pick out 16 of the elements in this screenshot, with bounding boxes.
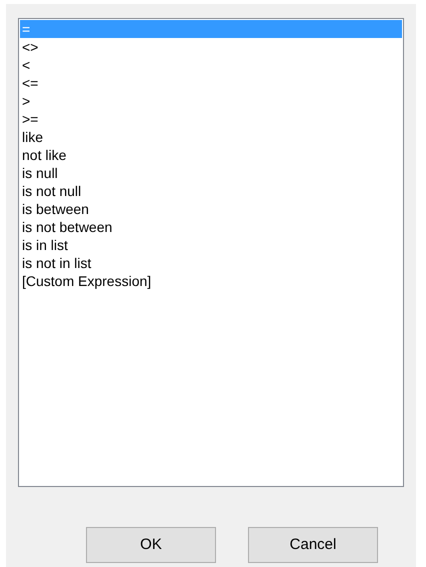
list-item[interactable]: >= <box>20 110 402 128</box>
list-item[interactable]: is not between <box>20 218 402 236</box>
list-item[interactable]: is in list <box>20 236 402 254</box>
list-item[interactable]: is null <box>20 164 402 182</box>
list-item[interactable]: <= <box>20 74 402 92</box>
list-item[interactable]: is not null <box>20 182 402 200</box>
list-item[interactable]: <> <box>20 38 402 56</box>
list-item[interactable]: is not in list <box>20 254 402 272</box>
dialog-button[interactable]: Cancel <box>248 527 378 563</box>
dialog-button[interactable]: OK <box>86 527 216 563</box>
list-item[interactable]: < <box>20 56 402 74</box>
list-item[interactable]: like <box>20 128 402 146</box>
list-item[interactable]: not like <box>20 146 402 164</box>
list-item[interactable]: is between <box>20 200 402 218</box>
list-item[interactable]: [Custom Expression] <box>20 272 402 290</box>
list-item[interactable]: > <box>20 92 402 110</box>
